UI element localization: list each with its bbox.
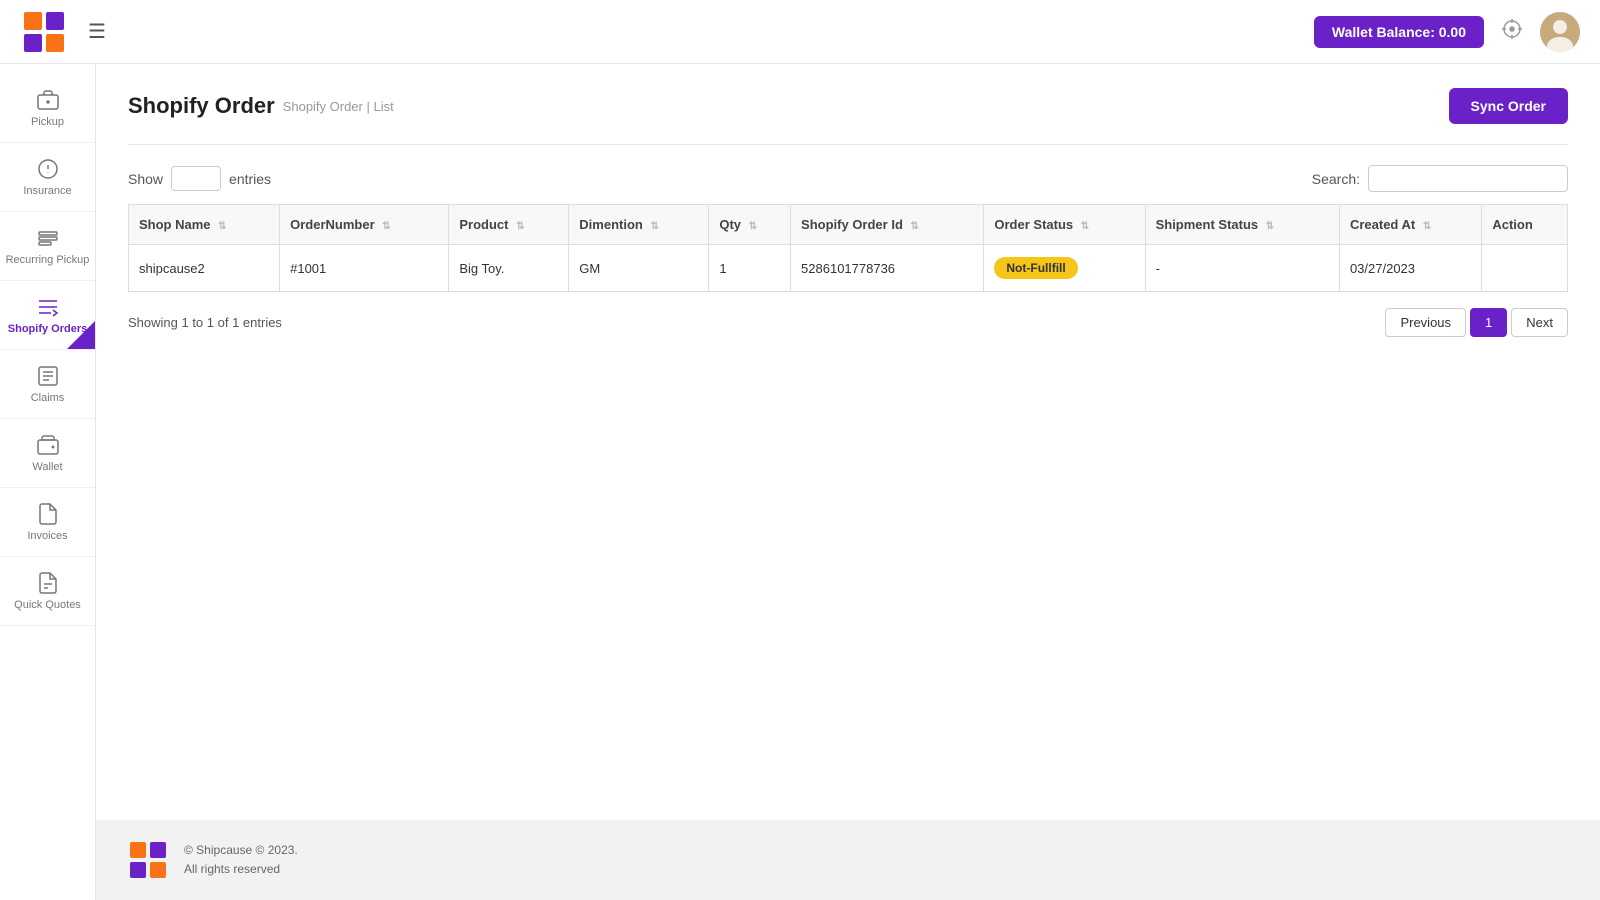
col-qty[interactable]: Qty ⇅ bbox=[709, 205, 791, 245]
page-header: Shopify Order Shopify Order | List Sync … bbox=[128, 88, 1568, 124]
logo[interactable] bbox=[20, 8, 68, 56]
pagination: Previous 1 Next bbox=[1385, 308, 1568, 337]
sidebar-item-recurring-pickup[interactable]: Recurring Pickup bbox=[0, 212, 95, 281]
table-controls: Show 10 entries Search: bbox=[128, 165, 1568, 192]
col-dimension[interactable]: Dimention ⇅ bbox=[569, 205, 709, 245]
navbar: ☰ Wallet Balance: 0.00 bbox=[0, 0, 1600, 64]
layout: Pickup Insurance Recurring Pickup bbox=[0, 64, 1600, 900]
footer-copyright: © Shipcause © 2023. bbox=[184, 841, 298, 860]
page-title: Shopify Order bbox=[128, 93, 275, 119]
cell-action bbox=[1482, 245, 1568, 292]
invoices-icon bbox=[36, 502, 60, 526]
sort-icon-shipment-status: ⇅ bbox=[1266, 221, 1274, 232]
sidebar-label-pickup: Pickup bbox=[31, 116, 64, 128]
col-order-number[interactable]: OrderNumber ⇅ bbox=[280, 205, 449, 245]
navbar-left: ☰ bbox=[20, 8, 106, 56]
claims-icon bbox=[36, 364, 60, 388]
col-created-at[interactable]: Created At ⇅ bbox=[1339, 205, 1481, 245]
col-product[interactable]: Product ⇅ bbox=[449, 205, 569, 245]
wallet-icon bbox=[36, 433, 60, 457]
sidebar-item-shopify-orders[interactable]: Shopify Orders bbox=[0, 281, 95, 350]
col-shopify-order-id[interactable]: Shopify Order Id ⇅ bbox=[791, 205, 984, 245]
sidebar-label-recurring-pickup: Recurring Pickup bbox=[6, 254, 90, 266]
col-order-status[interactable]: Order Status ⇅ bbox=[984, 205, 1145, 245]
sort-icon-dimension: ⇅ bbox=[650, 221, 658, 232]
sidebar-item-claims[interactable]: Claims bbox=[0, 350, 95, 419]
show-entries-control: Show 10 entries bbox=[128, 166, 271, 191]
recurring-pickup-icon bbox=[36, 226, 60, 250]
cell-dimension: GM bbox=[569, 245, 709, 292]
cell-order-number: #1001 bbox=[280, 245, 449, 292]
navbar-right: Wallet Balance: 0.00 bbox=[1314, 12, 1580, 52]
sidebar-item-wallet[interactable]: Wallet bbox=[0, 419, 95, 488]
content-area: Shopify Order Shopify Order | List Sync … bbox=[96, 64, 1600, 820]
sort-icon-order-status: ⇅ bbox=[1081, 221, 1089, 232]
breadcrumb-current: List bbox=[374, 99, 394, 114]
footer-rights: All rights reserved bbox=[184, 860, 298, 879]
sidebar-label-claims: Claims bbox=[31, 392, 65, 404]
sort-icon-shopify-order-id: ⇅ bbox=[911, 221, 919, 232]
pagination-area: Showing 1 to 1 of 1 entries Previous 1 N… bbox=[128, 308, 1568, 337]
sidebar-item-insurance[interactable]: Insurance bbox=[0, 143, 95, 212]
sidebar-label-invoices: Invoices bbox=[27, 530, 67, 542]
page-1-button[interactable]: 1 bbox=[1470, 308, 1507, 337]
cell-shopify-order-id: 5286101778736 bbox=[791, 245, 984, 292]
search-area: Search: bbox=[1312, 165, 1568, 192]
cell-shipment-status: - bbox=[1145, 245, 1339, 292]
wallet-balance-button[interactable]: Wallet Balance: 0.00 bbox=[1314, 16, 1484, 48]
entries-label: entries bbox=[229, 171, 271, 187]
breadcrumb-separator: | bbox=[367, 99, 370, 114]
data-table: Shop Name ⇅ OrderNumber ⇅ Product ⇅ Di bbox=[128, 204, 1568, 292]
sidebar-label-insurance: Insurance bbox=[23, 185, 71, 197]
pickup-icon bbox=[36, 88, 60, 112]
crosshair-icon[interactable] bbox=[1500, 17, 1524, 47]
cell-shop-name: shipcause2 bbox=[129, 245, 280, 292]
show-entries-input[interactable]: 10 bbox=[171, 166, 221, 191]
sidebar-item-pickup[interactable]: Pickup bbox=[0, 74, 95, 143]
col-shop-name[interactable]: Shop Name ⇅ bbox=[129, 205, 280, 245]
sidebar-label-quick-quotes: Quick Quotes bbox=[14, 599, 81, 611]
sort-icon-order-number: ⇅ bbox=[382, 221, 390, 232]
hamburger-button[interactable]: ☰ bbox=[88, 19, 106, 44]
quick-quotes-icon bbox=[36, 571, 60, 595]
page-title-area: Shopify Order Shopify Order | List bbox=[128, 93, 394, 119]
cell-product: Big Toy. bbox=[449, 245, 569, 292]
sidebar-label-shopify-orders: Shopify Orders bbox=[8, 323, 87, 335]
previous-button[interactable]: Previous bbox=[1385, 308, 1466, 337]
insurance-icon bbox=[36, 157, 60, 181]
sidebar-item-quick-quotes[interactable]: Quick Quotes bbox=[0, 557, 95, 626]
cell-order-status: Not-Fullfill bbox=[984, 245, 1145, 292]
sort-icon-qty: ⇅ bbox=[749, 221, 757, 232]
next-button[interactable]: Next bbox=[1511, 308, 1568, 337]
sort-icon-product: ⇅ bbox=[516, 221, 524, 232]
avatar[interactable] bbox=[1540, 12, 1580, 52]
shopify-orders-icon bbox=[36, 295, 60, 319]
col-shipment-status[interactable]: Shipment Status ⇅ bbox=[1145, 205, 1339, 245]
sort-icon-shop-name: ⇅ bbox=[218, 221, 226, 232]
search-label: Search: bbox=[1312, 171, 1360, 187]
sidebar: Pickup Insurance Recurring Pickup bbox=[0, 64, 96, 900]
table-body: shipcause2 #1001 Big Toy. GM 1 528610177… bbox=[129, 245, 1568, 292]
order-status-badge: Not-Fullfill bbox=[994, 257, 1077, 279]
search-input[interactable] bbox=[1368, 165, 1568, 192]
footer-logo bbox=[128, 840, 168, 880]
show-label: Show bbox=[128, 171, 163, 187]
cell-created-at: 03/27/2023 bbox=[1339, 245, 1481, 292]
breadcrumb: Shopify Order | List bbox=[283, 99, 394, 114]
table-row: shipcause2 #1001 Big Toy. GM 1 528610177… bbox=[129, 245, 1568, 292]
footer-text: © Shipcause © 2023. All rights reserved bbox=[184, 841, 298, 879]
footer: © Shipcause © 2023. All rights reserved bbox=[96, 820, 1600, 900]
sidebar-label-wallet: Wallet bbox=[32, 461, 62, 473]
sort-icon-created-at: ⇅ bbox=[1423, 221, 1431, 232]
breadcrumb-parent[interactable]: Shopify Order bbox=[283, 99, 363, 114]
col-action: Action bbox=[1482, 205, 1568, 245]
main-content: Shopify Order Shopify Order | List Sync … bbox=[96, 64, 1600, 900]
table-header: Shop Name ⇅ OrderNumber ⇅ Product ⇅ Di bbox=[129, 205, 1568, 245]
sync-order-button[interactable]: Sync Order bbox=[1449, 88, 1568, 124]
cell-qty: 1 bbox=[709, 245, 791, 292]
sidebar-item-invoices[interactable]: Invoices bbox=[0, 488, 95, 557]
showing-text: Showing 1 to 1 of 1 entries bbox=[128, 315, 282, 330]
